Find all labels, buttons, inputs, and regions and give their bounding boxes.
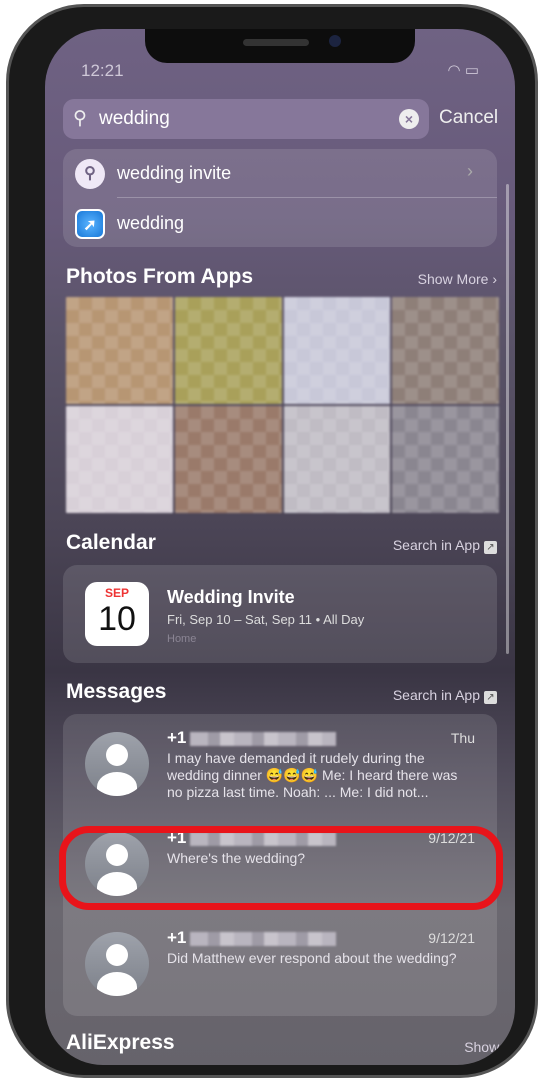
messages-section-title: Messages	[66, 680, 167, 703]
suggestions-card: ⚲ wedding invite › ➚ wedding	[63, 149, 497, 247]
status-time: 12:21	[81, 61, 124, 80]
photo-thumbnail[interactable]	[66, 297, 173, 404]
calendar-section-title: Calendar	[66, 531, 156, 554]
photo-thumbnail[interactable]	[66, 406, 173, 513]
message-row[interactable]: +1 9/12/21 Did Matthew ever respond abou…	[63, 914, 497, 1014]
suggestion-label: wedding	[117, 213, 185, 233]
highlight-annotation	[59, 826, 503, 910]
clear-icon[interactable]: ×	[399, 109, 419, 129]
wifi-icon: ◠	[447, 62, 461, 79]
photo-thumbnail[interactable]	[392, 406, 499, 513]
photo-thumbnail[interactable]	[283, 406, 391, 513]
open-external-icon: ↗	[484, 691, 497, 704]
photo-thumbnail[interactable]	[283, 297, 391, 404]
photo-thumbnail[interactable]	[392, 297, 499, 404]
spotlight-screen: 12:21 ◠ ▭ ⚲ wedding × Cancel ⚲ wedding i…	[45, 29, 515, 1065]
avatar	[85, 732, 149, 796]
photo-thumbnail[interactable]	[174, 297, 282, 404]
photo-thumbnail[interactable]	[174, 406, 282, 513]
event-time: Fri, Sep 10 – Sat, Sep 11 • All Day	[167, 612, 365, 627]
event-title: Wedding Invite	[167, 587, 295, 607]
search-icon: ⚲	[75, 159, 105, 189]
search-input[interactable]: wedding	[99, 108, 170, 130]
battery-icon: ▭	[464, 62, 479, 79]
calendar-event[interactable]: SEP 10 Wedding Invite Fri, Sep 10 – Sat, …	[63, 565, 497, 663]
chevron-right-icon: ›	[467, 161, 473, 181]
message-row[interactable]: +1 Thu I may have demanded it rudely dur…	[63, 714, 497, 814]
notch	[145, 29, 415, 63]
search-icon: ⚲	[73, 108, 87, 129]
calendar-search-in-app[interactable]: Search in App ↗	[393, 537, 497, 554]
event-calendar: Home	[167, 633, 197, 645]
photos-show-more[interactable]: Show More ›	[418, 271, 497, 287]
status-icons: ◠ ▭	[448, 61, 479, 79]
messages-search-in-app[interactable]: Search in App ↗	[393, 687, 497, 704]
suggestion-item[interactable]: ⚲ wedding invite ›	[63, 149, 497, 198]
suggestion-item[interactable]: ➚ wedding	[63, 199, 497, 247]
safari-icon: ➚	[75, 209, 105, 239]
open-external-icon: ↗	[484, 541, 497, 554]
phone-frame: 12:21 ◠ ▭ ⚲ wedding × Cancel ⚲ wedding i…	[6, 4, 538, 1078]
cancel-button[interactable]: Cancel	[439, 107, 498, 129]
calendar-icon: SEP 10	[85, 582, 149, 646]
photos-grid	[66, 297, 499, 513]
suggestion-label: wedding invite	[117, 163, 232, 183]
aliexpress-section-title: AliExpress	[66, 1031, 175, 1054]
scrollbar[interactable]	[506, 184, 509, 654]
photos-section-title: Photos From Apps	[66, 265, 254, 288]
avatar	[85, 932, 149, 996]
search-field[interactable]: ⚲ wedding ×	[63, 99, 429, 139]
aliexpress-show-more[interactable]: Show More	[464, 1039, 515, 1055]
